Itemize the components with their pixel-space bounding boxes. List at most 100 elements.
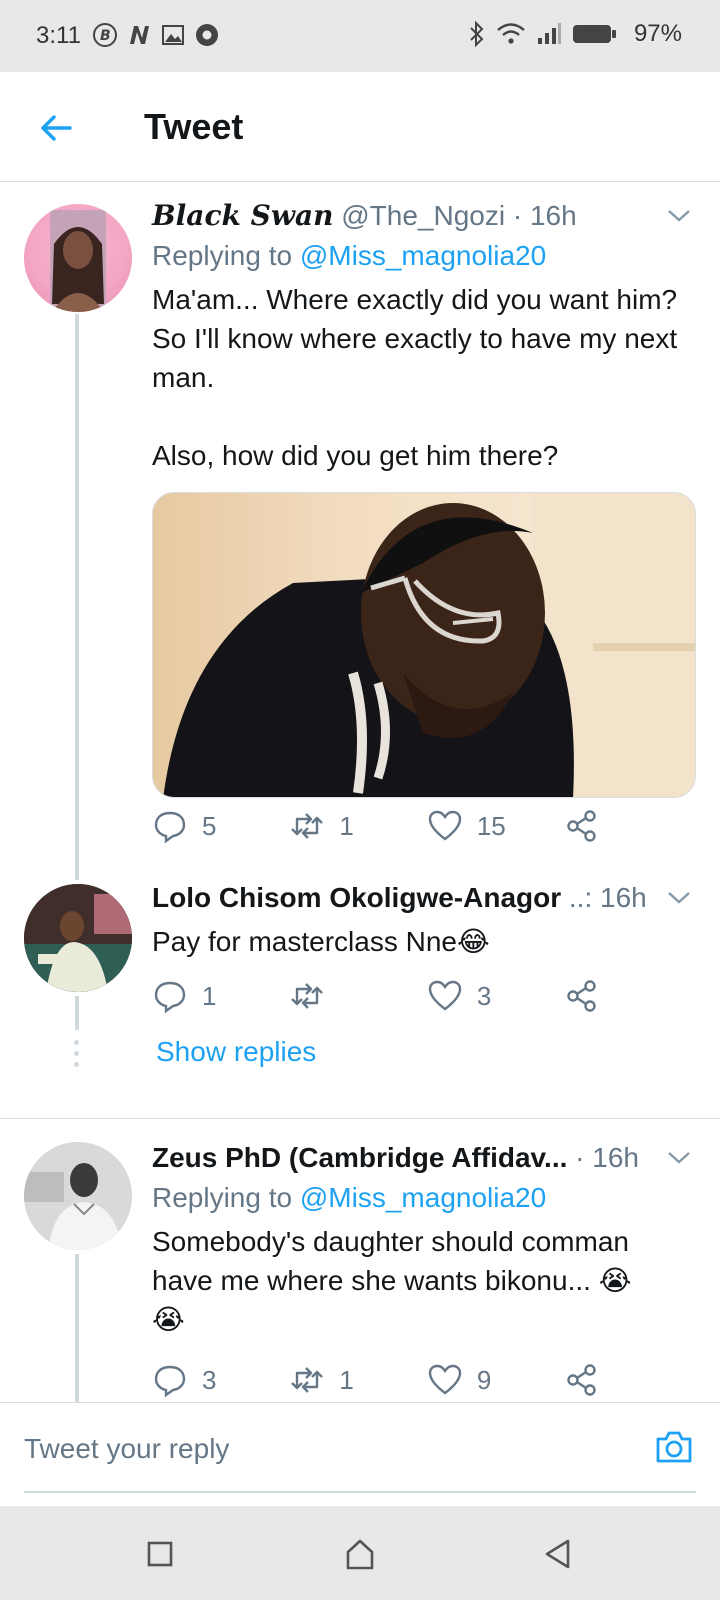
page-title: Tweet <box>144 106 244 147</box>
share-icon <box>567 1364 596 1396</box>
recents-square-icon[interactable] <box>140 1534 180 1574</box>
replying-to-handle[interactable]: @Miss_magnolia20 <box>300 1182 546 1213</box>
chevron-down-icon[interactable] <box>664 200 694 230</box>
image-icon <box>162 25 184 45</box>
signal-icon <box>537 23 561 44</box>
author-handle[interactable]: @The_Ngozi <box>341 200 505 231</box>
tweet-content: Black Swan @The_Ngozi · 16h Replying to … <box>152 196 696 475</box>
reply-composer <box>0 1402 720 1498</box>
tweet-text: Pay for masterclass Nne😂 <box>152 926 490 957</box>
tweet-text: Somebody's daughter should comman have m… <box>152 1226 632 1335</box>
reply-button[interactable]: 5 <box>152 808 289 844</box>
more-replies-dots <box>73 1040 81 1073</box>
chrome-icon <box>196 24 218 46</box>
tweet-actions: 3 1 9 <box>152 1362 612 1398</box>
thread-line <box>75 314 79 880</box>
retweet-icon <box>291 813 324 839</box>
status-notification-icons: B <box>92 22 220 48</box>
avatar-portrait-image <box>24 884 132 992</box>
like-count: 9 <box>476 1364 492 1395</box>
tweet-content: Lolo Chisom Okoligwe-Anagor ..: 16h Pay … <box>152 878 696 961</box>
reply-button[interactable]: 3 <box>152 1362 289 1398</box>
heart-icon <box>428 980 462 1011</box>
avatar[interactable] <box>24 884 132 992</box>
tweet-header: Zeus PhD (Cambridge Affidav... · 16h <box>152 1138 696 1178</box>
show-replies-link[interactable]: Show replies <box>156 1036 316 1068</box>
system-nav-bar <box>0 1506 720 1600</box>
battery-icon <box>572 25 616 43</box>
reply-input[interactable] <box>24 1419 624 1479</box>
author-handle[interactable]: ..: <box>569 882 592 913</box>
share-icon <box>567 810 596 842</box>
tweet-photo[interactable] <box>152 492 696 798</box>
thread-line <box>75 1254 79 1402</box>
reply-underline <box>24 1491 696 1493</box>
tweet-photo-image <box>163 493 695 797</box>
tweet-text: Ma'am... Where exactly did you want him?… <box>152 284 678 471</box>
retweet-count: 1 <box>339 810 354 841</box>
tweet-time: 16h <box>600 882 647 913</box>
status-time: 3:11 <box>36 22 81 49</box>
like-count: 15 <box>476 810 506 841</box>
retweet-count: 1 <box>339 1364 354 1395</box>
tweet-actions: 5 1 15 <box>152 808 612 844</box>
separator-dot: · <box>512 200 523 231</box>
retweet-button[interactable]: 1 <box>289 808 426 844</box>
arrow-left-icon[interactable] <box>36 108 76 148</box>
author-name[interactable]: Zeus PhD (Cambridge Affidav... <box>152 1142 567 1173</box>
replying-to-label: Replying to <box>152 240 293 271</box>
chevron-down-icon[interactable] <box>664 1142 694 1172</box>
retweet-icon <box>291 983 324 1009</box>
comment-icon <box>154 981 186 1014</box>
b-circle-icon: B <box>93 23 117 47</box>
comment-icon <box>154 1365 186 1398</box>
avatar[interactable] <box>24 204 132 312</box>
reply-count: 5 <box>202 810 217 841</box>
tweet-actions: 1 3 <box>152 978 612 1014</box>
comment-icon <box>154 811 186 844</box>
retweet-button[interactable] <box>289 978 426 1014</box>
thread-line <box>75 996 79 1030</box>
heart-icon <box>428 810 462 841</box>
avatar[interactable] <box>24 1142 132 1250</box>
battery-percent: 97% <box>633 20 682 47</box>
svg-text:B: B <box>100 28 111 44</box>
tweet-content: Zeus PhD (Cambridge Affidav... · 16h Rep… <box>152 1138 696 1339</box>
replying-to-handle[interactable]: @Miss_magnolia20 <box>300 240 546 271</box>
replying-to: Replying to @Miss_magnolia20 <box>152 236 696 276</box>
avatar-portrait-image <box>24 1142 132 1250</box>
divider <box>0 1118 720 1119</box>
like-button[interactable]: 15 <box>427 808 564 844</box>
retweet-button[interactable]: 1 <box>289 1362 426 1398</box>
like-count: 3 <box>476 980 492 1011</box>
share-button[interactable] <box>564 1362 612 1398</box>
back-triangle-icon[interactable] <box>538 1534 578 1574</box>
chevron-down-icon[interactable] <box>664 882 694 912</box>
heart-icon <box>428 1364 462 1395</box>
reply-count: 1 <box>202 980 217 1011</box>
avatar-portrait-image <box>50 210 106 312</box>
share-button[interactable] <box>564 978 612 1014</box>
home-icon[interactable] <box>340 1534 380 1574</box>
tweet-time: 16h <box>592 1142 639 1173</box>
camera-icon[interactable] <box>652 1425 696 1469</box>
bluetooth-icon <box>470 20 484 48</box>
share-button[interactable] <box>564 808 612 844</box>
reply-count: 3 <box>202 1364 217 1395</box>
tweet-header: Black Swan @The_Ngozi · 16h <box>152 196 696 236</box>
retweet-icon <box>291 1367 324 1393</box>
tweet-time: 16h <box>529 200 577 231</box>
n-icon <box>130 26 149 44</box>
replying-to: Replying to @Miss_magnolia20 <box>152 1178 696 1218</box>
status-system-icons: 97% <box>468 20 682 48</box>
like-button[interactable]: 9 <box>427 1362 564 1398</box>
tweet-header: Lolo Chisom Okoligwe-Anagor ..: 16h <box>152 878 696 918</box>
author-name[interactable]: Lolo Chisom Okoligwe-Anagor <box>152 882 561 913</box>
reply-button[interactable]: 1 <box>152 978 289 1014</box>
separator-dot: · <box>575 1142 585 1173</box>
replying-to-label: Replying to <box>152 1182 293 1213</box>
author-name[interactable]: Black Swan <box>152 199 333 232</box>
wifi-icon <box>497 23 525 44</box>
share-icon <box>567 980 596 1012</box>
like-button[interactable]: 3 <box>427 978 564 1014</box>
